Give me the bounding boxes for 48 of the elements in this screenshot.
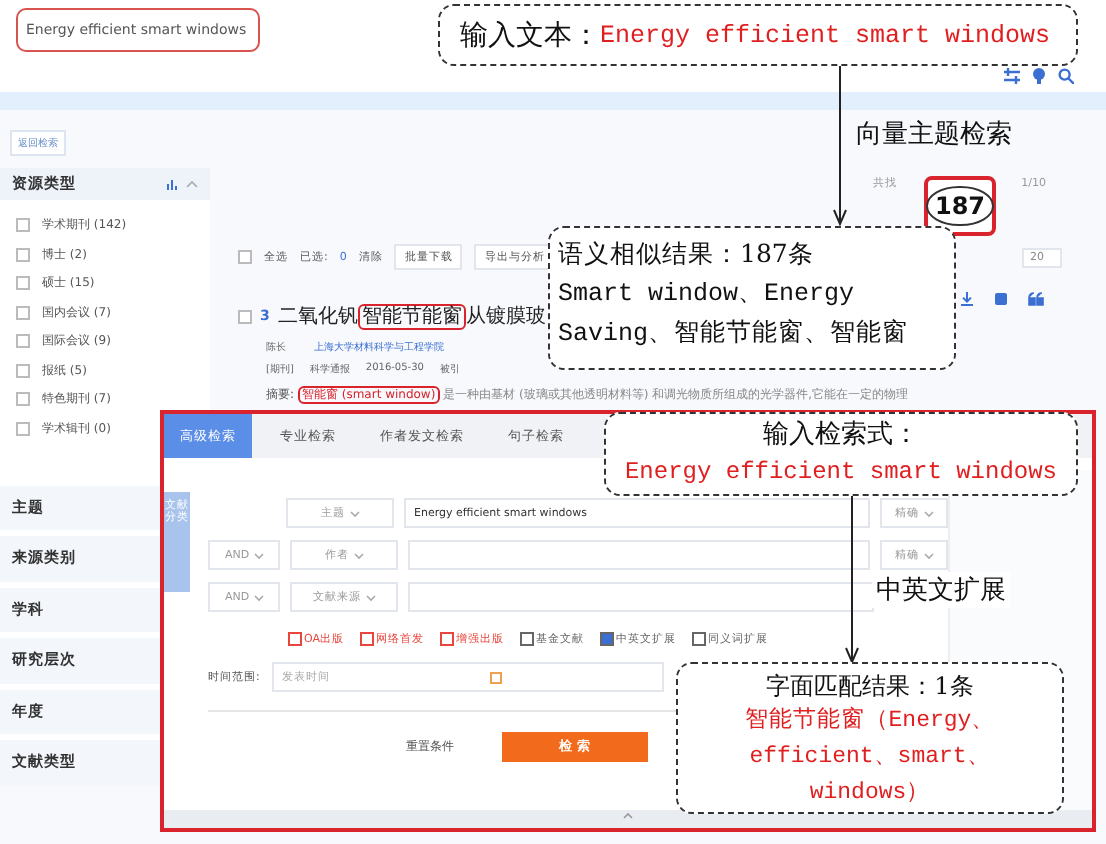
search-input[interactable] (408, 540, 870, 570)
checkbox[interactable] (16, 392, 30, 406)
checkbox[interactable] (288, 632, 302, 646)
checkbox[interactable] (16, 334, 30, 348)
vector-search-label: 向量主题检索 (856, 118, 1012, 152)
checkbox[interactable] (360, 632, 374, 646)
callout-label: 输入检索式： (761, 418, 921, 454)
result-checkbox[interactable] (238, 309, 252, 323)
caret-icon (349, 509, 359, 517)
collapse-icon[interactable] (186, 180, 198, 188)
search-icon[interactable] (1058, 68, 1074, 84)
book-icon[interactable] (994, 292, 1008, 306)
callout-title: 字面匹配结果：1条 (764, 670, 976, 704)
search-input[interactable] (408, 582, 874, 612)
result-title[interactable]: 二氧化钒 智能节能窗 从镀膜玻 (277, 302, 546, 330)
checkbox[interactable] (16, 421, 30, 435)
caret-icon (253, 551, 264, 559)
collapse-bar[interactable] (164, 810, 1092, 828)
checkbox[interactable] (16, 276, 30, 290)
callout-text: 智能节能窗（Energy、efficient、smart、windows） (742, 704, 998, 810)
checkbox[interactable] (600, 632, 614, 646)
download-icon[interactable] (960, 292, 974, 306)
expansion-label: 中英文扩展 (872, 572, 1010, 608)
query-text: Energy efficient smart windows (624, 458, 1058, 486)
checkbox[interactable] (16, 363, 30, 377)
checkbox[interactable] (440, 632, 454, 646)
quote-icon[interactable] (1028, 292, 1044, 306)
callout-text: Saving、智能节能窗、智能窗 (558, 317, 911, 352)
caret-icon (923, 509, 933, 517)
chart-icon[interactable] (166, 179, 178, 189)
checkbox[interactable] (16, 305, 30, 319)
callout-label: 输入文本： (460, 17, 600, 53)
checkbox[interactable] (16, 218, 30, 232)
query-text: Energy efficient smart windows (600, 21, 1051, 49)
bulb-icon[interactable] (1032, 68, 1046, 84)
callout-text: Smart window、Energy (558, 278, 857, 312)
checkbox[interactable] (16, 247, 30, 261)
calendar-icon[interactable] (489, 671, 502, 683)
caret-icon (923, 551, 933, 559)
checkbox[interactable] (520, 632, 534, 646)
caret-icon (353, 551, 363, 559)
filter-icon[interactable] (1004, 68, 1020, 84)
checkbox[interactable] (692, 632, 706, 646)
caret-icon (253, 593, 264, 601)
collapse-icon[interactable] (622, 810, 634, 820)
callout-title: 语义相似结果：187条 (558, 238, 814, 268)
select-all-checkbox[interactable] (238, 250, 252, 264)
caret-icon (365, 593, 375, 601)
